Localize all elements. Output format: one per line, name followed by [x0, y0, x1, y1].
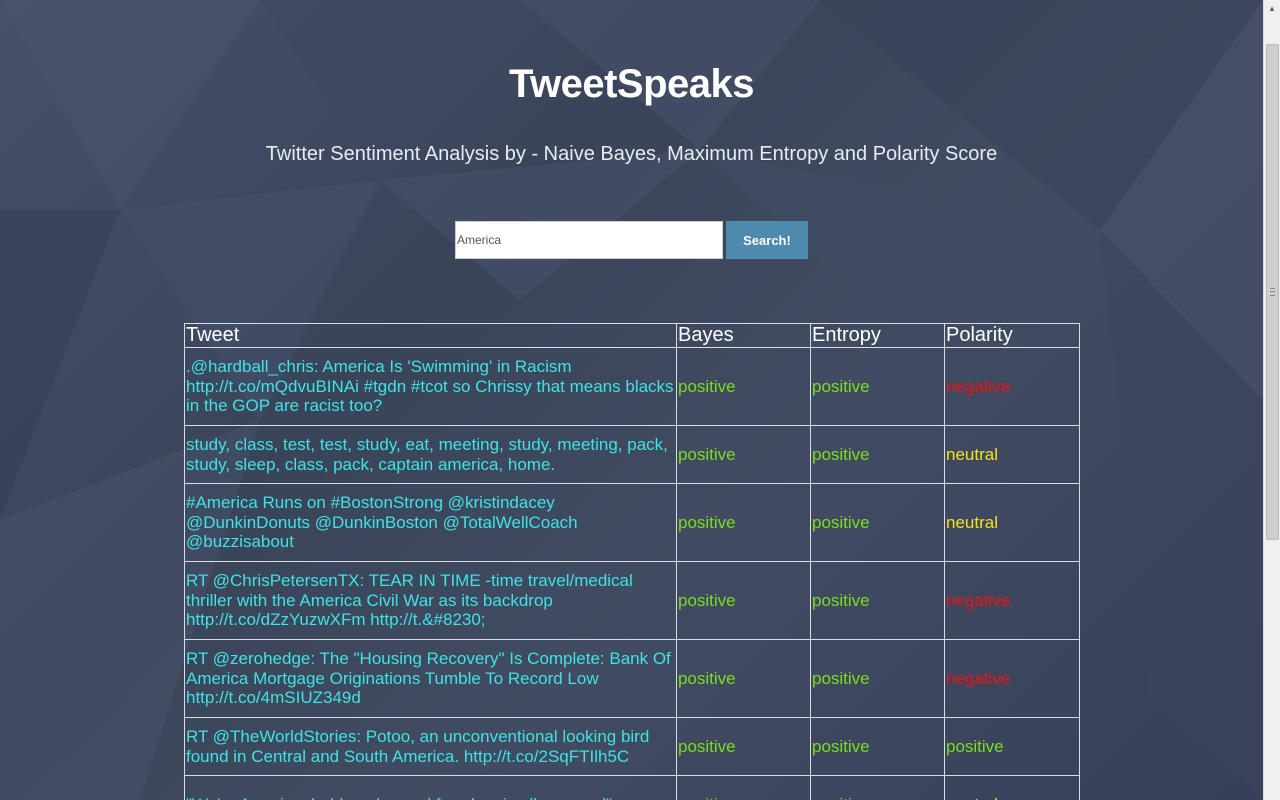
entropy-cell: positive — [810, 561, 945, 640]
column-header-polarity: Polarity — [944, 323, 1080, 348]
table-row: RT @zerohedge: The "Housing Recovery" Is… — [184, 639, 1080, 718]
polarity-cell: neutral — [944, 425, 1080, 484]
bayes-cell: positive — [676, 639, 811, 718]
entropy-cell: positive — [810, 639, 945, 718]
bayes-cell: positive — [676, 425, 811, 484]
table-row: .@hardball_chris: America Is 'Swimming' … — [184, 347, 1080, 426]
polarity-cell: neutral — [944, 483, 1080, 562]
polarity-cell: negative — [944, 561, 1080, 640]
tweet-cell: study, class, test, test, study, eat, me… — [184, 425, 677, 484]
polarity-cell: positive — [944, 717, 1080, 776]
grip-icon — [1270, 288, 1275, 296]
entropy-cell: positive — [810, 775, 945, 800]
polarity-cell: negative — [944, 347, 1080, 426]
table-row: #America Runs on #BostonStrong @kristind… — [184, 483, 1080, 562]
column-header-tweet: Tweet — [184, 323, 677, 348]
vertical-scrollbar[interactable]: ▲ — [1263, 0, 1280, 800]
results-table: Tweet Bayes Entropy Polarity .@hardball_… — [184, 323, 1080, 800]
entropy-cell: positive — [810, 483, 945, 562]
bayes-cell: positive — [676, 347, 811, 426]
page-title: TweetSpeaks — [509, 62, 755, 106]
tweet-cell: RT @zerohedge: The "Housing Recovery" Is… — [184, 639, 677, 718]
page-content: TweetSpeaks Twitter Sentiment Analysis b… — [0, 0, 1263, 800]
scroll-up-arrow-icon[interactable]: ▲ — [1264, 0, 1280, 17]
scrollbar-thumb[interactable] — [1266, 44, 1279, 540]
page-subtitle: Twitter Sentiment Analysis by - Naive Ba… — [265, 143, 998, 165]
column-header-bayes: Bayes — [676, 323, 811, 348]
search-input[interactable] — [455, 221, 723, 259]
polarity-cell: negative — [944, 639, 1080, 718]
bayes-cell: positive — [676, 483, 811, 562]
entropy-cell: positive — [810, 717, 945, 776]
bayes-cell: positive — [676, 561, 811, 640]
table-row: RT @ChrisPetersenTX: TEAR IN TIME -time … — [184, 561, 1080, 640]
entropy-cell: positive — [810, 347, 945, 426]
entropy-cell: positive — [810, 425, 945, 484]
table-header-row: Tweet Bayes Entropy Polarity — [184, 323, 1080, 348]
table-row: "We're America, bald eagles and freedom … — [184, 775, 1080, 800]
tweet-cell: #America Runs on #BostonStrong @kristind… — [184, 483, 677, 562]
bayes-cell: positive — [676, 717, 811, 776]
table-row: RT @TheWorldStories: Potoo, an unconvent… — [184, 717, 1080, 776]
bayes-cell: positive — [676, 775, 811, 800]
table-row: study, class, test, test, study, eat, me… — [184, 425, 1080, 484]
column-header-entropy: Entropy — [810, 323, 945, 348]
tweet-cell: RT @TheWorldStories: Potoo, an unconvent… — [184, 717, 677, 776]
tweet-cell: RT @ChrisPetersenTX: TEAR IN TIME -time … — [184, 561, 677, 640]
search-button[interactable]: Search! — [726, 221, 808, 259]
tweet-cell: .@hardball_chris: America Is 'Swimming' … — [184, 347, 677, 426]
polarity-cell: neutral — [944, 775, 1080, 800]
tweet-cell: "We're America, bald eagles and freedom … — [184, 775, 677, 800]
